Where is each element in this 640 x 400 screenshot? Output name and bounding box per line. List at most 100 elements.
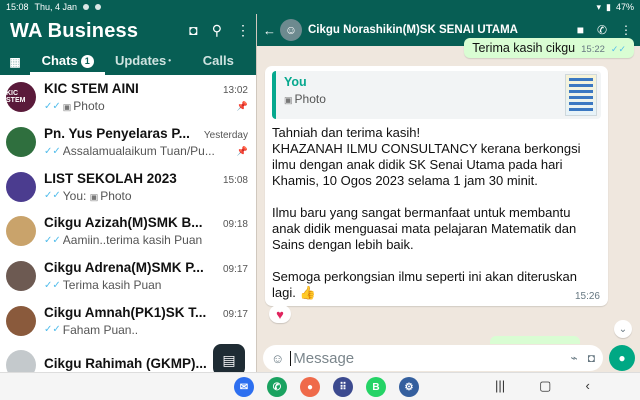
pin-icon: 📌 — [236, 100, 248, 111]
chat-list-item[interactable]: KIC STEM KIC STEM AINI 13:02 ✓✓ ▣ Photo 📌 — [0, 75, 256, 120]
community-tab-icon[interactable]: ▦ — [0, 55, 30, 69]
unread-badge: 1 — [80, 55, 94, 68]
chat-time: 09:17 — [222, 264, 248, 276]
battery-level: 47% — [615, 2, 634, 12]
overflow-menu-icon[interactable]: ⋮ — [236, 22, 250, 39]
photo-icon: ▣ — [89, 191, 99, 202]
message-time: 15:26 — [574, 291, 600, 302]
tab-bar: ▦ Chats 1 Updates • Calls — [0, 49, 256, 75]
chat-preview: Aamiin..terima kasih Puan — [62, 233, 203, 248]
contact-name[interactable]: Cikgu Norashikin(M)SK SENAI UTAMA — [308, 24, 571, 36]
quoted-message[interactable]: You ▣ Photo — [272, 71, 601, 119]
search-icon[interactable]: ⚲ — [212, 22, 222, 39]
incoming-message[interactable]: You ▣ Photo Tahniah dan terima kasih! KHA… — [265, 66, 608, 306]
chat-preview: ▣ Photo — [63, 99, 233, 113]
message-text: Terima kasih cikgu — [472, 41, 576, 55]
tab-updates[interactable]: Updates • — [105, 49, 180, 75]
system-nav-bar: ✉ ✆ ● ⠿ B ⚙ ||| ▢ ‹ — [0, 372, 640, 400]
chat-avatar[interactable] — [6, 305, 36, 336]
voice-message-button[interactable]: ● — [609, 345, 635, 371]
chat-time: 09:17 — [222, 308, 248, 320]
chat-avatar[interactable] — [6, 171, 36, 202]
whatsapp-business-icon[interactable]: B — [366, 377, 386, 397]
chat-avatar[interactable] — [6, 261, 36, 292]
back-icon[interactable]: ‹ — [585, 378, 589, 394]
app-header: WA Business ◘ ⚲ ⋮ ▦ Chats 1 Updates • Call… — [0, 14, 256, 75]
tab-chats[interactable]: Chats 1 — [30, 49, 106, 75]
conversation-pane: ← ☺ Cikgu Norashikin(M)SK SENAI UTAMA ■ … — [256, 14, 640, 372]
message-time: 15:22 — [581, 44, 605, 55]
tab-updates-label: Updates — [114, 53, 167, 68]
read-receipt-icon: ✓✓ — [44, 190, 61, 202]
chat-preview: You: ▣ Photo — [63, 189, 248, 203]
chat-avatar[interactable] — [6, 216, 36, 247]
attach-icon[interactable]: ⌁ — [571, 351, 578, 365]
tab-calls[interactable]: Calls — [181, 49, 256, 75]
settings-icon[interactable]: ⚙ — [399, 377, 419, 397]
tab-calls-label: Calls — [202, 53, 234, 68]
chat-time: 09:18 — [222, 219, 248, 231]
double-chevron-down-icon: ⌄ — [618, 323, 628, 335]
chat-name: LIST SEKOLAH 2023 — [44, 170, 177, 186]
chat-name: Pn. Yus Penyelaras P... — [44, 126, 190, 142]
overflow-menu-icon[interactable]: ⋮ — [620, 23, 632, 37]
updates-dot: • — [168, 56, 172, 65]
pin-icon: 📌 — [236, 145, 248, 156]
apps-grid-icon[interactable]: ⠿ — [333, 377, 353, 397]
scroll-down-button[interactable]: ⌄ — [614, 320, 632, 338]
signal-icon: ▮ — [606, 1, 611, 12]
home-icon[interactable]: ▢ — [539, 378, 551, 394]
chat-list-item[interactable]: Cikgu Azizah(M)SMK B... 09:18 ✓✓ Aamiin..te… — [0, 209, 256, 254]
photo-icon: ▣ — [62, 102, 72, 113]
phone-app-icon[interactable]: ✆ — [267, 377, 287, 397]
message-body: Tahniah dan terima kasih! KHAZANAH ILMU … — [272, 125, 601, 301]
message-input-wrap: ☺ ⌁ ◘ — [263, 345, 603, 371]
outgoing-message-peek — [490, 336, 580, 344]
chat-list-pane: WA Business ◘ ⚲ ⋮ ▦ Chats 1 Updates • Call… — [0, 14, 256, 372]
read-receipt-icon: ✓✓ — [44, 100, 61, 112]
camera-icon[interactable]: ◘ — [189, 22, 197, 39]
mic-icon: ● — [618, 351, 626, 365]
recents-icon[interactable]: ||| — [495, 378, 505, 394]
chat-preview: Terima kasih Puan — [62, 278, 162, 293]
chat-list-item[interactable]: Cikgu Amnah(PK1)SK T... 09:17 ✓✓ Faham Puan… — [0, 298, 256, 343]
notification-icon — [83, 4, 90, 10]
voice-call-icon[interactable]: ✆ — [597, 23, 607, 37]
status-time: 15:08 — [6, 2, 29, 12]
composer: ☺ ⌁ ◘ ● — [257, 344, 640, 372]
back-arrow-icon[interactable]: ← — [263, 23, 276, 38]
chat-name: KIC STEM AINI — [44, 81, 139, 97]
message-paragraph: Semoga perkongsian ilmu seperti ini akan… — [272, 269, 577, 300]
app-title: WA Business — [10, 20, 139, 42]
chat-preview: Assalamualaikum Tuan/Pu... — [62, 144, 215, 159]
contact-avatar[interactable]: ☺ — [280, 19, 302, 41]
chat-preview-text: Photo — [73, 99, 105, 114]
text-caret — [290, 350, 292, 366]
new-chat-button[interactable]: ▤ — [213, 344, 245, 372]
read-receipt-icon: ✓✓ — [610, 44, 626, 54]
emoji-icon[interactable]: ☺ — [271, 351, 284, 366]
chat-avatar[interactable]: KIC STEM — [6, 82, 36, 113]
chat-preview: Faham Puan.. — [62, 322, 139, 337]
chat-time: 13:02 — [222, 85, 248, 97]
chat-time: Yesterday — [203, 130, 248, 142]
chat-name: Cikgu Adrena(M)SMK P... — [44, 260, 204, 276]
outgoing-message[interactable]: Terima kasih cikgu 15:22 ✓✓ — [464, 38, 634, 58]
quote-author: You — [284, 75, 307, 89]
chat-list-item[interactable]: Cikgu Adrena(M)SMK P... 09:17 ✓✓ Terima kas… — [0, 254, 256, 299]
messages-app-icon[interactable]: ✉ — [234, 377, 254, 397]
chat-time: 15:08 — [222, 174, 248, 186]
heart-reaction[interactable]: ♥ — [269, 305, 291, 323]
contacts-app-icon[interactable]: ● — [300, 377, 320, 397]
video-call-icon[interactable]: ■ — [577, 23, 584, 37]
message-input[interactable] — [293, 349, 561, 367]
chat-list-item[interactable]: Pn. Yus Penyelaras P... Yesterday ✓✓ Assala… — [0, 120, 256, 165]
chat-name: Cikgu Amnah(PK1)SK T... — [44, 304, 207, 320]
chat-avatar[interactable] — [6, 350, 36, 372]
status-date: Thu, 4 Jan — [34, 2, 78, 12]
chat-list-item[interactable]: LIST SEKOLAH 2023 15:08 ✓✓ You: ▣ Photo — [0, 164, 256, 209]
wifi-icon: ▾ — [596, 1, 602, 12]
message-paragraph: Ilmu baru yang sangat bermanfaat untuk m… — [272, 205, 577, 252]
camera-icon[interactable]: ◘ — [588, 351, 595, 365]
chat-avatar[interactable] — [6, 127, 36, 158]
